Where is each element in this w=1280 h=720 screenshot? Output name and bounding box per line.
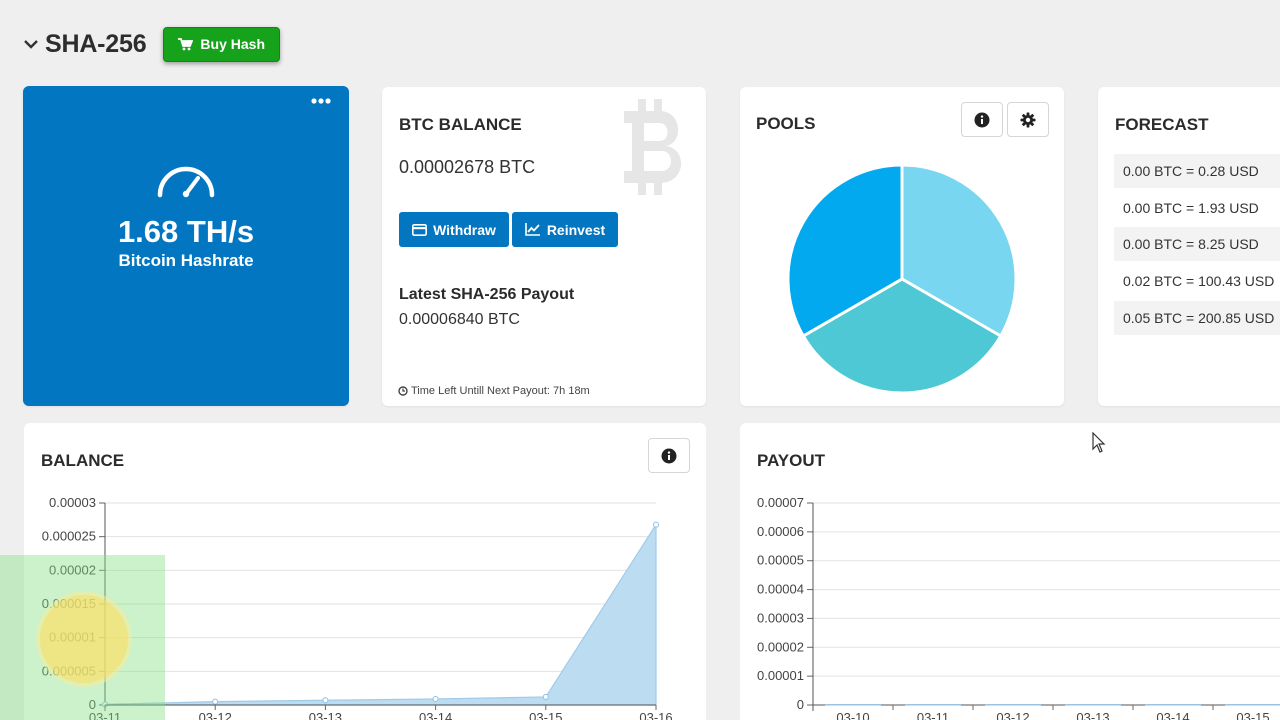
data-point (322, 697, 329, 704)
payout-bar (1225, 704, 1280, 706)
buy-hash-button[interactable]: Buy Hash (163, 26, 280, 62)
y-tick-label: 0.00001 (757, 668, 804, 683)
page-header: SHA-256 Buy Hash (22, 26, 280, 62)
pools-card: POOLS (740, 87, 1064, 406)
x-tick-label: 03-12 (996, 710, 1029, 720)
credit-card-icon (412, 223, 428, 236)
withdraw-label: Withdraw (433, 221, 496, 238)
y-tick-label: 0.000025 (42, 529, 96, 544)
x-tick-label: 03-12 (199, 710, 232, 720)
latest-payout-title: Latest SHA-256 Payout (399, 286, 575, 303)
y-tick-label: 0.00005 (757, 553, 804, 568)
chevron-down-icon[interactable] (22, 35, 40, 53)
payout-bar (825, 704, 881, 706)
coin-icon (40, 595, 128, 683)
buy-hash-label: Buy Hash (200, 36, 265, 52)
payout-bar (1065, 704, 1121, 706)
x-tick-label: 03-13 (309, 710, 342, 720)
x-tick-label: 03-13 (1076, 710, 1109, 720)
pools-title: POOLS (756, 114, 816, 133)
y-tick-label: 0.00006 (757, 524, 804, 539)
latest-payout-value: 0.00006840 BTC (399, 311, 520, 328)
balance-area (104, 522, 657, 706)
x-tick-label: 03-15 (1236, 710, 1269, 720)
forecast-row: 0.05 BTC = 200.85 USD (1114, 301, 1280, 335)
pools-info-button[interactable] (961, 102, 1003, 137)
y-tick-label: 0.00002 (757, 639, 804, 654)
next-payout-timer: Time Left Untill Next Payout: 7h 18m (398, 385, 590, 397)
page-title: SHA-256 (45, 29, 147, 58)
y-tick-label: 0.00004 (757, 582, 804, 597)
data-point (212, 698, 219, 705)
payout-bar (905, 704, 961, 706)
y-tick-label: 0.00003 (757, 610, 804, 625)
y-tick-label: 0.00007 (757, 495, 804, 510)
reinvest-button[interactable]: Reinvest (512, 212, 618, 247)
y-tick-label: 0.00003 (49, 495, 96, 510)
clock-icon (398, 386, 408, 396)
hashrate-label: Bitcoin Hashrate (118, 251, 254, 270)
mouse-cursor-icon (1092, 432, 1106, 453)
line-chart-icon (525, 223, 540, 236)
gear-icon (1020, 112, 1036, 127)
x-tick-label: 03-14 (1156, 710, 1189, 720)
forecast-title: FORECAST (1115, 115, 1209, 134)
payout-bar-chart: 0 0.00001 0.00002 0.00003 0.00004 0.00005 0.00… (757, 495, 1280, 720)
forecast-row: 0.00 BTC = 8.25 USD (1114, 227, 1280, 261)
btc-balance-title: BTC BALANCE (399, 115, 522, 134)
info-icon (974, 112, 990, 127)
btc-balance-amount: 0.00002678 BTC (399, 157, 536, 177)
x-tick-label: 03-14 (419, 710, 452, 720)
cart-icon (178, 37, 194, 50)
pools-settings-button[interactable] (1007, 102, 1049, 137)
hashrate-value: 1.68 TH/s (117, 214, 255, 249)
data-point (542, 693, 549, 700)
data-point (653, 521, 659, 528)
forecast-row: 0.02 BTC = 100.43 USD (1123, 273, 1275, 289)
x-tick-label: 03-15 (529, 710, 562, 720)
withdraw-button[interactable]: Withdraw (399, 212, 509, 247)
reinvest-label: Reinvest (546, 221, 606, 238)
bitcoin-icon (624, 99, 682, 195)
speedometer-icon (157, 166, 215, 198)
btc-balance-card: BTC BALANCE 0.00002678 BTC Withdraw Rein… (382, 87, 706, 406)
next-payout-text: Time Left Untill Next Payout: 7h 18m (411, 385, 590, 397)
forecast-row: 0.00 BTC = 1.93 USD (1123, 200, 1259, 216)
pools-pie-chart (786, 163, 1018, 395)
x-tick-label: 03-11 (917, 710, 949, 720)
x-tick-label: 03-10 (836, 710, 869, 720)
forecast-card: FORECAST 0.00 BTC = 0.28 USD 0.00 BTC = … (1098, 87, 1280, 406)
x-tick-label: 03-16 (639, 710, 672, 720)
payout-bar (1145, 704, 1201, 706)
forecast-row: 0.00 BTC = 0.28 USD (1114, 154, 1280, 188)
payout-bar (985, 704, 1041, 706)
more-options-icon[interactable] (311, 98, 331, 104)
data-point (432, 695, 439, 702)
y-tick-label: 0 (797, 697, 804, 712)
